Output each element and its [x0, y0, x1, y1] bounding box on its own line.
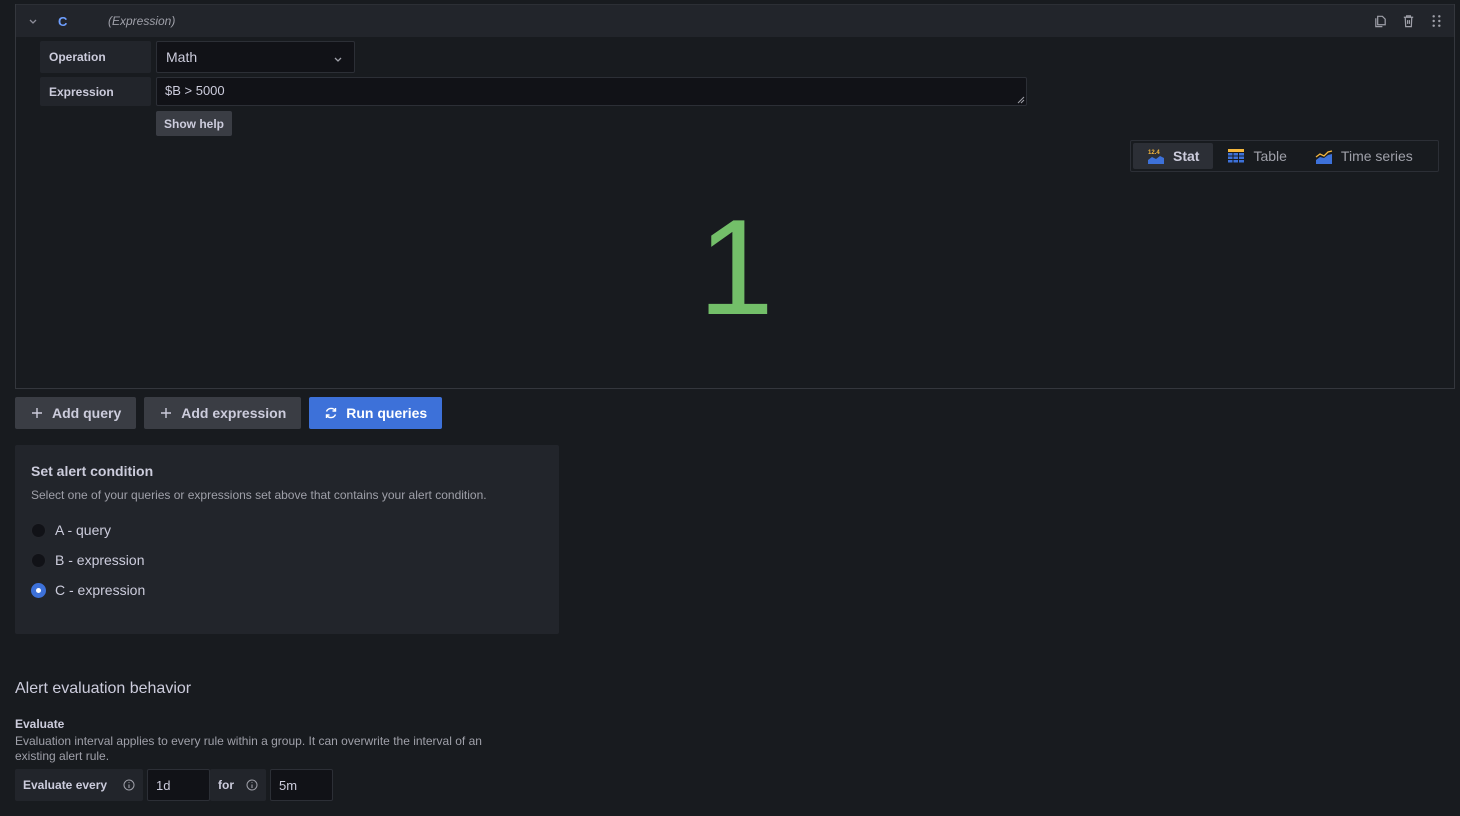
viz-option-label: Stat — [1173, 148, 1200, 164]
evaluate-subtitle: Evaluate — [15, 717, 65, 731]
evaluate-every-input[interactable]: 1d — [147, 769, 210, 801]
for-text: for — [218, 778, 234, 792]
condition-option-a[interactable]: A - query — [31, 522, 111, 538]
add-query-button[interactable]: Add query — [15, 397, 137, 429]
evaluate-every-text: Evaluate every — [23, 778, 108, 792]
condition-title: Set alert condition — [31, 463, 154, 479]
expression-value: $B > 5000 — [165, 83, 225, 98]
evaluate-every-value: 1d — [156, 777, 171, 793]
run-queries-button[interactable]: Run queries — [309, 397, 443, 429]
time-series-icon — [1315, 150, 1333, 164]
condition-option-label: A - query — [55, 522, 112, 538]
evaluation-title: Alert evaluation behavior — [15, 680, 192, 697]
show-help-button[interactable]: Show help — [156, 111, 232, 136]
duplicate-icon[interactable] — [1373, 13, 1388, 29]
query-actions: Add query Add expression Run queries — [15, 397, 443, 429]
query-header: C (Expression) — [16, 4, 1454, 37]
add-query-label: Add query — [52, 405, 122, 421]
operation-row: Operation Math — [40, 41, 355, 73]
plus-icon — [32, 408, 42, 418]
svg-text:12.4: 12.4 — [1148, 150, 1160, 156]
viz-option-table[interactable]: Table — [1213, 143, 1300, 169]
stat-value: 1 — [698, 191, 774, 343]
viz-option-stat[interactable]: 12.4 Stat — [1133, 143, 1214, 169]
query-card-c: C (Expression) Operation Math Expression… — [15, 4, 1455, 389]
info-icon[interactable] — [123, 779, 135, 791]
evaluate-row: Evaluate every 1d for 5m — [15, 769, 333, 801]
table-icon — [1228, 149, 1245, 163]
operation-value: Math — [166, 49, 198, 65]
for-label: for — [210, 769, 266, 801]
chevron-down-icon — [332, 52, 344, 64]
drag-handle-icon[interactable] — [1429, 13, 1444, 29]
radio-button-checked[interactable] — [31, 582, 46, 598]
evaluate-every-label: Evaluate every — [15, 769, 143, 801]
expression-input[interactable]: $B > 5000 — [156, 77, 1027, 106]
chevron-down-icon[interactable] — [27, 14, 39, 26]
query-header-actions — [1373, 13, 1444, 29]
visualization-toggle: 12.4 Stat Table Time series — [1130, 140, 1439, 172]
add-expression-label: Add expression — [181, 405, 287, 421]
radio-button[interactable] — [31, 522, 46, 538]
for-value: 5m — [279, 777, 298, 793]
alert-condition-panel: Set alert condition Select one of your q… — [15, 445, 559, 634]
operation-select[interactable]: Math — [156, 41, 355, 73]
resize-grip-icon[interactable] — [1017, 96, 1025, 104]
viz-option-time-series[interactable]: Time series — [1301, 143, 1427, 169]
for-input[interactable]: 5m — [270, 769, 333, 801]
datasource-name: (Expression) — [108, 14, 176, 28]
condition-option-label: C - expression — [55, 582, 146, 598]
radio-button[interactable] — [31, 552, 46, 568]
viz-option-label: Table — [1253, 148, 1287, 164]
operation-label: Operation — [40, 41, 151, 73]
add-expression-button[interactable]: Add expression — [144, 397, 302, 429]
condition-description: Select one of your queries or expression… — [31, 488, 487, 502]
info-icon[interactable] — [246, 779, 258, 791]
sync-icon — [326, 407, 337, 419]
evaluate-description: Evaluation interval applies to every rul… — [15, 734, 482, 763]
expression-row: Expression $B > 5000 — [40, 77, 1027, 106]
query-ref-id[interactable]: C — [58, 14, 67, 29]
stat-icon: 12.4 — [1148, 150, 1164, 164]
viz-option-label: Time series — [1340, 148, 1413, 164]
condition-option-c[interactable]: C - expression — [31, 582, 145, 598]
plus-icon — [161, 408, 172, 418]
condition-option-label: B - expression — [55, 552, 145, 568]
condition-option-b[interactable]: B - expression — [31, 552, 144, 568]
expression-label: Expression — [40, 77, 151, 106]
run-queries-label: Run queries — [346, 405, 428, 421]
trash-icon[interactable] — [1401, 13, 1416, 29]
